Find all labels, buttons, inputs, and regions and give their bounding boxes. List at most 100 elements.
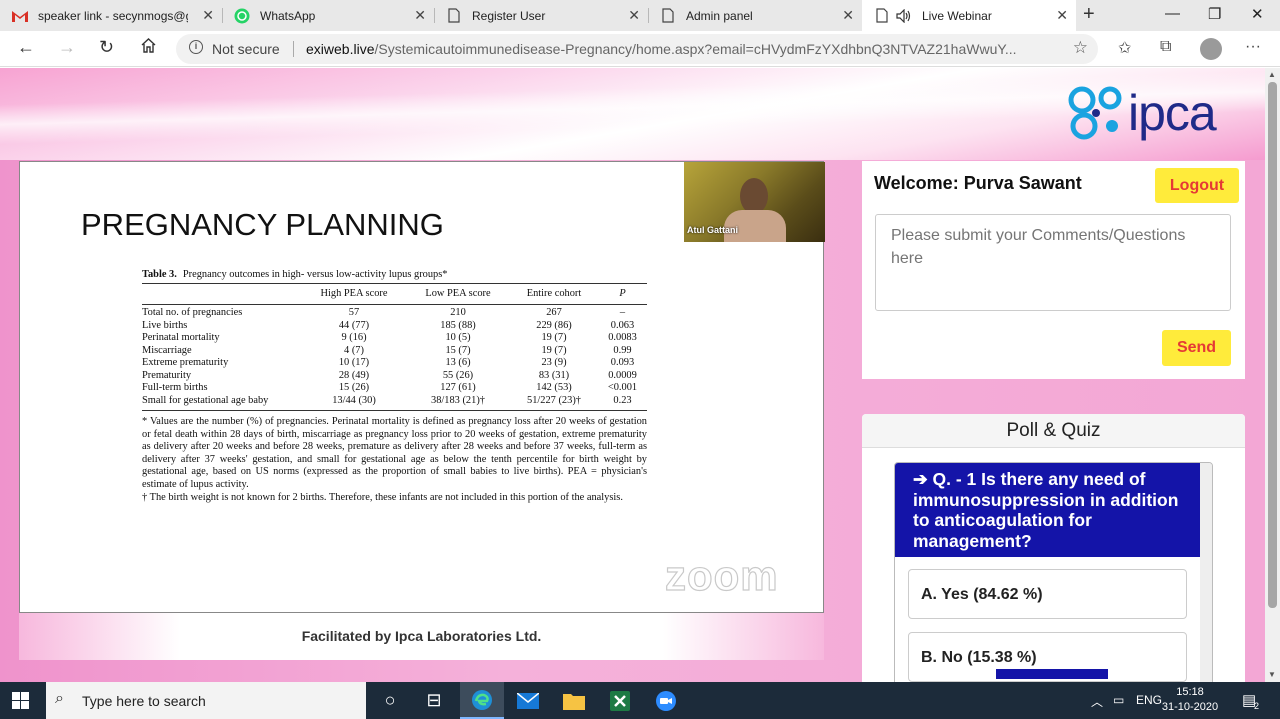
page-icon	[446, 8, 462, 24]
tab-label: Live Webinar	[922, 8, 992, 23]
profile-avatar[interactable]	[1200, 38, 1222, 60]
table-cell: 19 (7)	[541, 332, 567, 343]
forward-icon[interactable]: →	[58, 37, 76, 58]
tab-register-user[interactable]: Register User ✕	[434, 0, 648, 31]
mail-icon[interactable]	[506, 682, 550, 719]
poll-option-yes[interactable]: A. Yes (84.62 %)	[908, 569, 1187, 619]
close-icon[interactable]: ✕	[202, 7, 214, 24]
table-footnote: † The birth weight is not known for 2 bi…	[142, 491, 623, 503]
tab-label: speaker link - secynmogs@gm	[38, 8, 188, 23]
speaker-video[interactable]: Atul Gattani	[684, 162, 825, 242]
table-cell: 83 (31)	[538, 369, 570, 381]
table-label: Table 3.	[142, 269, 177, 280]
excel-icon[interactable]	[598, 682, 642, 719]
table-cell: 15 (7)	[445, 344, 471, 356]
scroll-up-icon[interactable]: ▲	[1268, 70, 1276, 79]
table-header-cell	[142, 284, 302, 304]
send-button[interactable]: Send	[1162, 330, 1231, 366]
table-row: Prematurity 28 (49) 55 (26) 83 (31) 0.0009	[142, 370, 647, 383]
restore-icon[interactable]: ❐	[1208, 5, 1221, 23]
table-cell: 51/227 (23)†	[527, 394, 581, 406]
taskbar-search[interactable]: ⌕ Type here to search	[46, 682, 366, 719]
home-icon[interactable]	[140, 37, 157, 59]
close-icon[interactable]: ✕	[628, 7, 640, 24]
tab-admin-panel[interactable]: Admin panel ✕	[648, 0, 862, 31]
table-cell: 229 (86)	[536, 319, 572, 331]
table-cell: 13/44 (30)	[332, 394, 376, 406]
table-footnotes: * Values are the number (%) of pregnanci…	[142, 416, 647, 504]
task-view-icon[interactable]: ⊟	[412, 682, 456, 719]
battery-icon[interactable]: ▭	[1113, 693, 1124, 707]
new-tab-icon[interactable]: +	[1083, 3, 1095, 26]
tray-chevron-icon[interactable]: ︿	[1091, 693, 1103, 710]
table-cell: 23 (9)	[541, 357, 567, 368]
table-cell: 15 (26)	[338, 382, 370, 393]
question-card: ➔ Q. - 1 Is there any need of immunosupp…	[894, 462, 1213, 682]
favorite-star-icon[interactable]: ☆	[1073, 38, 1088, 58]
table-cell: Miscarriage	[142, 344, 192, 356]
table-cell: Live births	[142, 319, 188, 331]
tab-live-webinar[interactable]: Live Webinar ✕	[862, 0, 1076, 31]
taskbar-clock[interactable]: 15:18 31-10-2020	[1160, 685, 1220, 715]
poll-panel: Poll & Quiz ➔ Q. - 1 Is there any need o…	[862, 414, 1245, 682]
table-header-cell: Low PEA score	[425, 288, 491, 299]
table-rule	[142, 410, 647, 411]
scroll-down-icon[interactable]: ▼	[1268, 670, 1276, 679]
search-placeholder: Type here to search	[82, 693, 206, 709]
close-icon[interactable]: ✕	[414, 7, 426, 24]
table-caption: Table 3. Pregnancy outcomes in high- vers…	[142, 269, 647, 283]
table-cell: Extreme prematurity	[142, 357, 229, 368]
poll-question: ➔ Q. - 1 Is there any need of immunosupp…	[895, 463, 1200, 557]
table-cell: Perinatal mortality	[142, 332, 220, 343]
ipca-logo-mark-icon	[1068, 84, 1126, 142]
tab-gmail[interactable]: speaker link - secynmogs@gm ✕	[0, 0, 222, 31]
speaker-name: Atul Gattani	[687, 225, 738, 235]
table-row: Total no. of pregnancies 57 210 267 –	[142, 307, 647, 320]
table-cell: 28 (49)	[338, 369, 370, 381]
not-secure-label[interactable]: Not secure	[212, 41, 280, 57]
windows-start-icon[interactable]	[12, 692, 29, 709]
table-cell: 19 (7)	[541, 344, 567, 356]
more-menu-icon[interactable]: ···	[1245, 38, 1261, 56]
reload-icon[interactable]: ↻	[99, 37, 114, 58]
close-icon[interactable]: ✕	[1056, 7, 1068, 24]
speaker-head	[740, 178, 768, 214]
scrollbar-thumb[interactable]	[1268, 82, 1277, 608]
table-cell: 13 (6)	[445, 357, 471, 368]
table-cell: 38/183 (21)†	[431, 394, 485, 406]
table-row: Extreme prematurity 10 (17) 13 (6) 23 (9) 0.…	[142, 357, 647, 370]
tab-whatsapp[interactable]: WhatsApp ✕	[222, 0, 434, 31]
browser-tab-strip: speaker link - secynmogs@gm ✕ WhatsApp ✕…	[0, 0, 1280, 31]
zoom-watermark: zoom	[664, 551, 779, 599]
minimize-icon[interactable]: —	[1165, 5, 1180, 22]
url-host: exiweb.live	[306, 41, 375, 57]
table-footnote: * Values are the number (%) of pregnanci…	[142, 416, 647, 490]
url-path: /Systemicautoimmunedisease-Pregnancy/hom…	[374, 41, 1017, 57]
question-scrollbar[interactable]	[1200, 463, 1212, 682]
url-bar[interactable]: i Not secure exiweb.live/Systemicautoimm…	[176, 34, 1098, 64]
window-close-icon[interactable]: ✕	[1251, 5, 1264, 23]
comments-input[interactable]	[875, 214, 1231, 311]
close-icon[interactable]: ✕	[842, 7, 854, 24]
table-cell: Total no. of pregnancies	[142, 307, 243, 318]
table-cell: 55 (26)	[442, 369, 474, 381]
page-scrollbar[interactable]: ▲ ▼	[1265, 68, 1280, 682]
edge-icon[interactable]	[460, 682, 504, 719]
tab-label: WhatsApp	[260, 8, 316, 23]
table-cell: 0.99	[613, 344, 632, 356]
welcome-text: Welcome: Purva Sawant	[874, 173, 1082, 193]
logout-button[interactable]: Logout	[1155, 168, 1239, 203]
url-text[interactable]: exiweb.live/Systemicautoimmunedisease-Pr…	[306, 41, 1066, 57]
back-icon[interactable]: ←	[17, 37, 35, 58]
ipca-logo: ipca	[1068, 84, 1217, 142]
file-explorer-icon[interactable]	[552, 682, 596, 719]
info-icon[interactable]: i	[189, 40, 203, 54]
language-indicator[interactable]: ENG	[1136, 693, 1162, 707]
collections-icon[interactable]: ⧉	[1160, 38, 1171, 56]
table-cell: 0.23	[613, 394, 632, 406]
zoom-icon[interactable]	[644, 682, 688, 719]
cortana-icon[interactable]: ○	[368, 682, 412, 719]
favorites-icon[interactable]: ✩	[1118, 38, 1131, 58]
speaker-icon[interactable]	[896, 8, 912, 24]
table-cell: <0.001	[607, 382, 638, 393]
